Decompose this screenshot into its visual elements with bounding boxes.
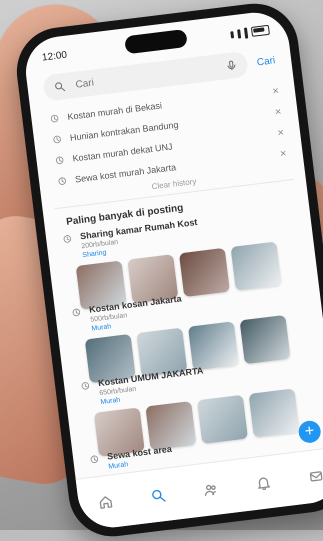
mail-icon	[307, 468, 323, 486]
phone-screen: 12:00 Cari Cari Kostan murah di Bekasi ×…	[21, 8, 323, 532]
nav-home[interactable]	[85, 482, 125, 522]
mic-icon[interactable]	[224, 59, 237, 72]
plus-icon: +	[303, 422, 316, 441]
nav-explore[interactable]	[138, 476, 178, 516]
search-input[interactable]	[72, 60, 219, 92]
history-icon	[57, 175, 68, 186]
search-icon	[53, 80, 66, 93]
signal-icon	[230, 30, 235, 38]
history-icon	[54, 154, 65, 165]
signal-icon	[237, 28, 242, 39]
close-icon[interactable]: ×	[277, 126, 285, 139]
history-icon	[80, 380, 91, 391]
history-icon	[52, 133, 63, 144]
history-icon	[89, 454, 100, 465]
nav-messages[interactable]	[296, 456, 323, 496]
status-time: 12:00	[41, 49, 68, 64]
close-icon[interactable]: ×	[274, 105, 282, 118]
bell-icon	[254, 474, 272, 492]
nav-people[interactable]	[190, 469, 230, 509]
close-icon[interactable]: ×	[272, 85, 280, 98]
search-icon	[149, 487, 167, 505]
close-icon[interactable]: ×	[279, 147, 287, 160]
battery-icon	[250, 24, 270, 37]
home-icon	[96, 493, 114, 511]
signal-icon	[243, 26, 249, 39]
nav-notifications[interactable]	[243, 463, 283, 503]
history-icon	[71, 307, 82, 318]
history-icon	[62, 233, 73, 244]
history-icon	[49, 113, 60, 124]
status-icons	[230, 24, 270, 40]
search-cancel-button[interactable]: Cari	[256, 55, 276, 68]
people-icon	[202, 480, 220, 498]
